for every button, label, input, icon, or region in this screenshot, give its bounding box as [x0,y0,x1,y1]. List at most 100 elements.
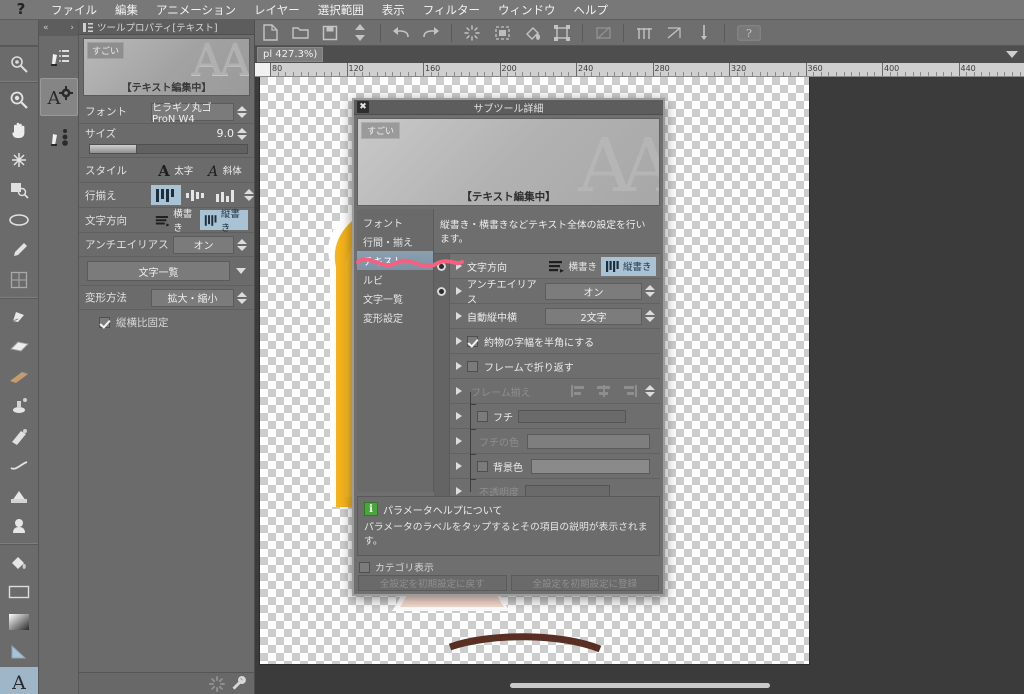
tool-frame[interactable] [0,265,38,295]
character-list-button[interactable]: 文字一覧 [87,261,230,281]
direction-horizontal-button[interactable]: 横書き [151,209,200,234]
expand-arrow-icon[interactable] [450,262,467,270]
keep-ratio-checkbox[interactable] [99,316,110,328]
frame-align-stepper[interactable] [645,385,656,397]
align-start-button[interactable] [151,185,181,205]
expand-arrow-icon[interactable] [450,287,467,295]
transform-select[interactable]: 拡大・縮小 [151,288,234,307]
edge-slider[interactable] [518,409,626,423]
wrench-icon[interactable] [231,675,248,692]
reset-all-settings-button[interactable]: 全設定を初期設定に戻す [358,575,507,591]
horizontal-scrollbar[interactable] [255,677,1024,694]
status-dropdown-icon[interactable] [1006,48,1018,61]
frame-align-start-icon[interactable] [570,384,590,398]
transform-icon[interactable] [547,21,577,45]
tool-airbrush[interactable] [0,391,38,421]
antialias-stepper[interactable] [237,238,248,251]
edge-checkbox[interactable] [477,410,488,422]
visibility-toggle-off[interactable] [434,303,450,329]
tool-eraser[interactable] [0,331,38,361]
nav-item-text[interactable]: テキスト [357,251,433,270]
visibility-toggle-off[interactable] [434,403,450,429]
tatechuyoko-select[interactable]: 2文字 [545,307,642,325]
tool-auto-select[interactable] [0,175,38,205]
nav-item-character-list[interactable]: 文字一覧 [357,289,433,308]
visibility-toggle-off[interactable] [434,453,450,479]
new-document-icon[interactable] [255,21,285,45]
fill-icon[interactable] [517,21,547,45]
align-stepper[interactable] [244,189,254,201]
font-select[interactable]: ヒラギノ丸ゴ ProN W4 [151,102,234,125]
expand-arrow-icon[interactable] [450,362,467,370]
visibility-toggle-off[interactable] [434,353,450,379]
menu-animation[interactable]: アニメーション [147,0,245,20]
expand-arrow-icon[interactable] [450,312,467,320]
grid-snap-icon[interactable] [659,21,689,45]
selection-layer-icon[interactable] [487,21,517,45]
deselect-icon[interactable] [457,21,487,45]
menu-selection[interactable]: 選択範囲 [309,0,373,20]
menu-help[interactable]: ヘルプ [564,0,617,20]
tatechuyoko-stepper[interactable] [645,310,656,322]
wrap-in-frame-checkbox[interactable] [467,360,478,372]
close-icon[interactable]: ✖ [357,101,369,113]
tool-eyedropper[interactable] [0,235,38,265]
background-color-swatch[interactable] [531,458,650,474]
expand-arrow-icon[interactable] [450,337,467,345]
expand-arrow-icon[interactable] [450,412,467,420]
tool-fill[interactable] [0,547,38,577]
tool-pen[interactable] [0,301,38,331]
undo-icon[interactable] [386,21,416,45]
transform-stepper[interactable] [237,291,248,304]
nav-item-ruby[interactable]: ルビ [357,270,433,289]
expand-arrow-icon[interactable] [450,487,467,495]
menu-window[interactable]: ウィンドウ [489,0,565,20]
subtool-pen-settings[interactable] [40,38,78,76]
tool-text[interactable]: A [0,667,38,694]
menu-file[interactable]: ファイル [42,0,106,20]
antialias-select[interactable]: オン [173,235,234,254]
tool-stamp[interactable] [0,511,38,541]
expand-arrow-icon[interactable] [450,387,467,395]
tool-figure[interactable] [0,481,38,511]
antialias-select[interactable]: オン [545,282,642,300]
visibility-toggle-off[interactable] [434,428,450,454]
frame-align-center-icon[interactable] [594,384,614,398]
edge-color-swatch[interactable] [527,433,650,449]
special-ruler-icon[interactable] [689,21,719,45]
help-icon[interactable]: ? [730,21,768,45]
tool-operation[interactable] [0,49,38,79]
menu-layer[interactable]: レイヤー [245,0,309,20]
visibility-toggle-off[interactable] [434,328,450,354]
visibility-toggle[interactable] [434,253,450,279]
expand-arrow-icon[interactable] [450,462,467,470]
nav-item-transform-settings[interactable]: 変形設定 [357,308,433,327]
tool-ruler[interactable] [0,637,38,667]
menu-edit[interactable]: 編集 [106,0,147,20]
scrollbar-thumb[interactable] [509,683,770,688]
antialias-stepper[interactable] [645,285,656,297]
nav-item-font[interactable]: フォント [357,213,433,232]
nav-item-line-spacing[interactable]: 行間・揃え [357,232,433,251]
menu-view[interactable]: 表示 [373,0,414,20]
subtool-text[interactable]: A [40,78,78,116]
dialog-title-bar[interactable]: ✖ サブツール詳細 [354,100,663,115]
expand-arrow-icon[interactable] [450,437,467,445]
size-stepper[interactable] [237,127,248,140]
visibility-toggle-off[interactable] [434,378,450,404]
subtool-pen-dots[interactable] [40,118,78,156]
tool-blend[interactable] [0,361,38,391]
tool-hand[interactable] [0,115,38,145]
horizontal-ruler[interactable]: 80120160200240280320360400440480 [255,63,1024,77]
direction-vertical-button[interactable]: 縦書き [200,209,248,234]
tool-zoom[interactable] [0,85,38,115]
size-slider[interactable] [89,144,248,154]
tool-gradient[interactable] [0,607,38,637]
align-end-button[interactable] [211,185,241,205]
tool-move[interactable] [0,145,38,175]
open-folder-icon[interactable] [285,21,315,45]
text-direction-vertical-button[interactable]: 縦書き [600,256,656,276]
register-all-settings-button[interactable]: 全設定を初期設定に登録 [510,575,659,591]
background-color-checkbox[interactable] [477,460,488,472]
text-direction-horizontal-button[interactable]: 横書き [545,257,601,276]
